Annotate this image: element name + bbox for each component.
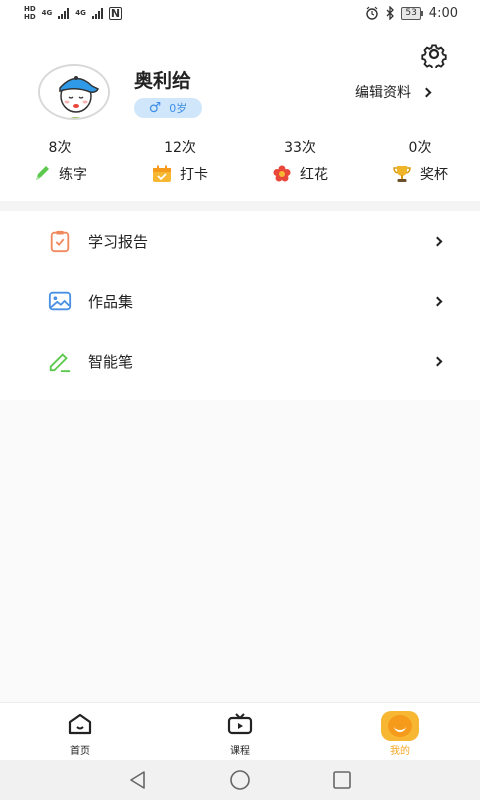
tab-label: 首页 [70, 746, 90, 757]
avatar[interactable] [38, 64, 110, 120]
recents-icon[interactable] [330, 768, 354, 792]
edit-profile-button[interactable]: 编辑资料 [355, 82, 432, 102]
tab-mine[interactable]: 我的 [350, 703, 450, 761]
menu-item-learning-report[interactable]: 学习报告 [0, 211, 480, 271]
stat-label: 奖杯 [420, 167, 448, 183]
chevron-right-icon [432, 356, 443, 366]
age-label: 0岁 [169, 102, 188, 115]
stat-label: 红花 [300, 167, 328, 183]
clock: 4:00 [428, 5, 458, 21]
tab-bar: 首页 课程 我的 [0, 702, 480, 760]
battery-level: 53 [401, 6, 421, 20]
network-label-2: 4G [75, 9, 86, 17]
home-icon [68, 713, 92, 735]
stat-count: 8次 [48, 140, 72, 156]
stat-practice[interactable]: 8次 练字 [15, 138, 105, 184]
image-icon [48, 291, 72, 311]
menu-label: 作品集 [88, 292, 134, 311]
menu-item-portfolio[interactable]: 作品集 [0, 271, 480, 331]
tab-label: 我的 [390, 746, 410, 757]
gear-icon[interactable] [420, 40, 448, 68]
stat-count: 33次 [284, 140, 316, 156]
age-badge: ♂ 0岁 [134, 98, 202, 118]
menu-label: 智能笔 [88, 352, 134, 371]
calendar-check-icon [153, 165, 171, 182]
status-bar: HD HD 4G 4G N 53 4:00 [0, 0, 480, 26]
network-label-1: 4G [41, 9, 53, 17]
nfc-icon: N [108, 6, 123, 20]
signal-icon [58, 7, 70, 19]
tv-icon [227, 713, 253, 735]
signal-icon-2 [91, 7, 103, 19]
content-area [0, 400, 480, 702]
chevron-right-icon [432, 296, 443, 306]
menu-label: 学习报告 [88, 232, 149, 251]
stat-label: 打卡 [180, 167, 208, 183]
male-icon: ♂ [148, 100, 162, 116]
edit-profile-label: 编辑资料 [355, 85, 411, 101]
pencil-icon [36, 166, 49, 180]
stats-row: 8次 练字 12次 打卡 33次 红花 0次 奖杯 [0, 138, 480, 190]
stat-checkin[interactable]: 12次 打卡 [135, 138, 225, 184]
trophy-icon [393, 166, 411, 182]
hd-indicator: HD HD [24, 5, 36, 21]
tab-label: 课程 [230, 746, 250, 757]
smart-pen-icon [49, 353, 71, 373]
avatar-image [40, 66, 108, 118]
hd-label-1: HD [24, 5, 36, 13]
menu-item-smart-pen[interactable]: 智能笔 [0, 331, 480, 391]
alarm-icon [366, 6, 379, 20]
section-divider [0, 201, 480, 211]
back-icon[interactable] [126, 768, 150, 792]
username: 奥利给 [134, 70, 192, 92]
clipboard-check-icon [50, 230, 70, 253]
bluetooth-icon [386, 6, 395, 20]
tab-courses[interactable]: 课程 [190, 703, 290, 761]
smiley-face-icon [381, 711, 419, 741]
system-nav-bar [0, 760, 480, 800]
stat-trophy[interactable]: 0次 奖杯 [375, 138, 465, 184]
chevron-right-icon [421, 87, 432, 97]
stat-red-flower[interactable]: 33次 红花 [255, 138, 345, 184]
stat-label: 练字 [59, 167, 87, 183]
chevron-right-icon [432, 236, 443, 246]
stat-count: 12次 [164, 140, 196, 156]
home-nav-icon[interactable] [228, 768, 252, 792]
battery-icon: 53 [401, 6, 423, 20]
red-flower-icon [273, 165, 291, 182]
status-right: 53 4:00 [365, 6, 458, 21]
status-left: HD HD 4G 4G N [24, 5, 123, 21]
tab-home[interactable]: 首页 [30, 703, 130, 761]
hd-label-2: HD [24, 13, 36, 21]
stat-count: 0次 [408, 140, 432, 156]
